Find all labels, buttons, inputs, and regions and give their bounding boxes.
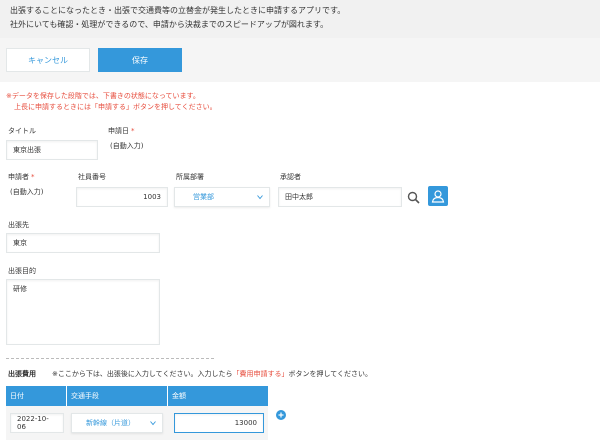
applicant-value: (自動入力) [10,188,44,196]
description-line-2: 社外にいても確認・処理ができるので、申請から決裁までのスピードアップが図れます。 [10,20,329,29]
destination-label: 出張先 [8,221,29,229]
notice-line-2: 上長に申請するときには「申請する」ボタンを押してください。 [14,103,217,111]
description-line-1: 出張することになったとき・出張で交通費等の立替金が発生したときに申請するアプリで… [10,6,346,15]
chevron-down-icon [257,195,263,200]
transport-select[interactable]: 新幹線（片道） [71,413,163,433]
section-divider [6,358,214,359]
approver-label: 承認者 [280,173,301,181]
search-icon[interactable] [403,187,423,207]
purpose-label: 出張目的 [8,267,36,275]
transport-value: 新幹線（片道） [86,419,135,427]
destination-input[interactable]: 東京 [6,233,160,253]
app-description: 出張することになったとき・出張で交通費等の立替金が発生したときに申請するアプリで… [0,0,600,38]
employee-no-input[interactable]: 1003 [76,187,168,207]
add-row-icon[interactable] [276,410,286,420]
required-mark: * [131,127,135,135]
notice-line-1: ※データを保存した段階では、下書きの状態になっています。 [6,92,200,100]
column-header-amount: 金額 [168,386,268,406]
cancel-button[interactable]: キャンセル [6,48,90,72]
approver-input[interactable]: 田中太郎 [278,187,402,207]
toolbar: キャンセル 保存 [0,38,600,82]
expenses-note-suffix: ボタンを押してください。 [288,370,373,378]
apply-date-value: (自動入力) [110,142,144,150]
expenses-note-prefix: ※ここから下は、出張後に入力してください。入力したら [52,370,233,378]
record-form: ※データを保存した段階では、下書きの状態になっています。 上長に申請するときには… [0,82,600,443]
user-icon[interactable] [428,186,448,206]
date-input[interactable]: 2022-10-06 [10,413,64,433]
department-label: 所属部署 [176,173,204,181]
purpose-textarea[interactable]: 研修 [6,279,160,345]
chevron-down-icon [150,421,156,426]
expenses-section-label: 出張費用 [8,370,36,378]
column-header-date: 日付 [6,386,66,406]
applicant-label: 申請者 * [8,173,35,181]
required-mark: * [31,173,35,181]
department-value: 営業部 [193,193,214,201]
title-input[interactable]: 東京出張 [6,140,98,160]
apply-date-label: 申請日 * [108,127,135,135]
amount-input[interactable]: 13000 [174,413,264,433]
expenses-note: ※ここから下は、出張後に入力してください。入力したら「費用申請する」ボタンを押し… [52,369,372,379]
department-select[interactable]: 営業部 [174,187,270,207]
employee-no-label: 社員番号 [78,173,106,181]
title-label: タイトル [8,127,36,135]
save-button[interactable]: 保存 [98,48,182,72]
column-header-transport: 交通手段 [67,386,167,406]
expenses-note-highlight: 「費用申請する」 [232,370,289,378]
draft-notice: ※データを保存した段階では、下書きの状態になっています。 上長に申請するときには… [6,91,217,113]
